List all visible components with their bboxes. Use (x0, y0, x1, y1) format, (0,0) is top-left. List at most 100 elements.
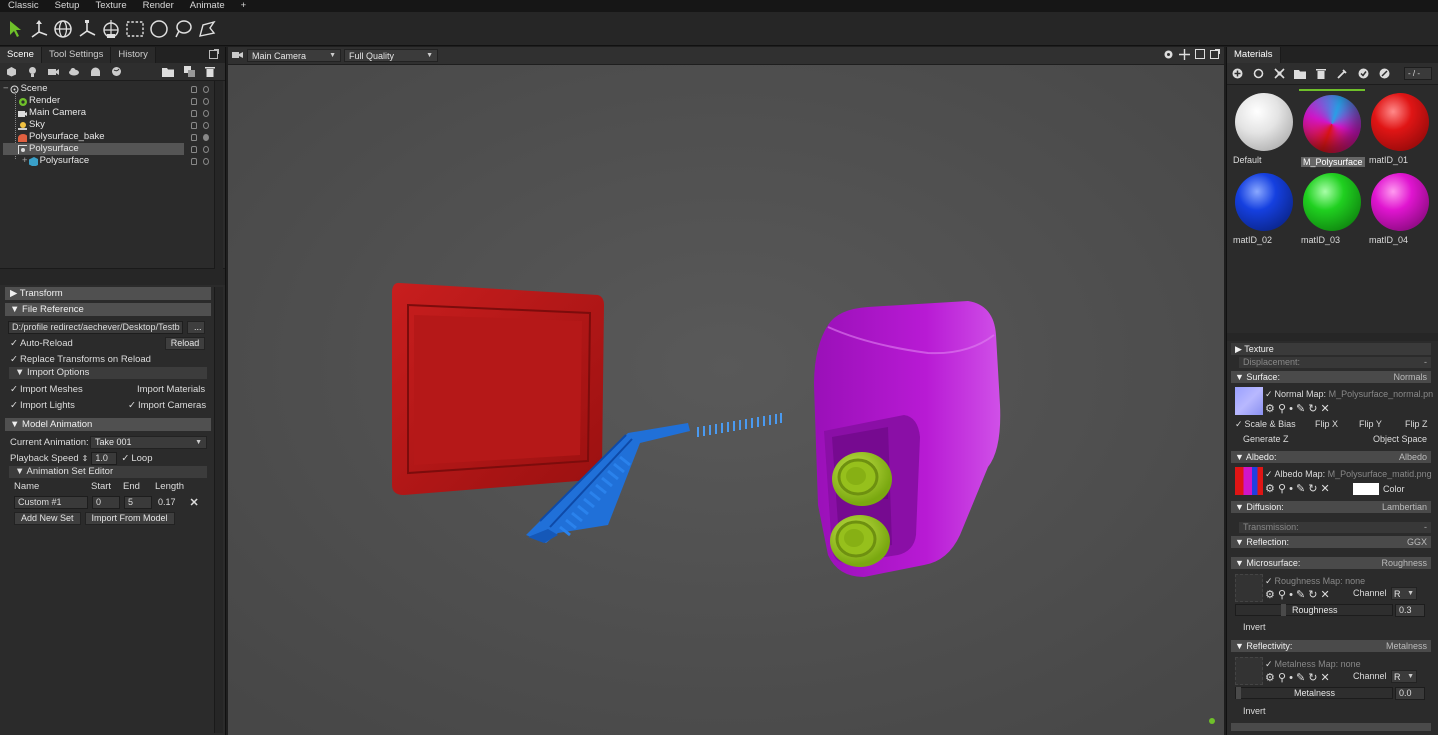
tab-materials[interactable]: Materials (1227, 47, 1281, 63)
tab-history[interactable]: History (111, 47, 156, 63)
file-path-field[interactable]: D:/profile redirect/aechever/Desktop/Tes… (8, 320, 183, 334)
fill-icon[interactable]: • (1289, 672, 1293, 684)
refresh-material-icon[interactable] (1252, 68, 1264, 80)
material-m-polysurface[interactable]: M_Polysurface (1299, 89, 1365, 167)
viewport-popout-icon[interactable] (1210, 49, 1220, 62)
lock-visibility-scene[interactable] (191, 83, 209, 95)
settings-icon[interactable]: ⚙ (1265, 672, 1275, 684)
metalness-invert-checkbox[interactable]: Invert (1243, 706, 1266, 716)
roughness-channel-select[interactable]: R (1391, 587, 1417, 600)
world-transform-icon[interactable] (100, 18, 122, 40)
tree-item-main-camera[interactable]: Main Camera (18, 107, 86, 119)
fill-icon[interactable]: • (1289, 403, 1293, 415)
select-arrow-icon[interactable] (4, 18, 26, 40)
zoom-icon[interactable]: ⚲ (1278, 672, 1286, 684)
albedo-section[interactable]: ▼ Albedo: Albedo (1231, 451, 1431, 463)
file-reference-section[interactable]: ▼ File Reference (5, 303, 211, 316)
reload-button[interactable]: Reload (165, 336, 205, 350)
object-icon[interactable] (5, 66, 17, 78)
paint-select-icon[interactable] (196, 18, 218, 40)
light-icon[interactable] (26, 66, 38, 78)
import-lights-checkbox[interactable]: ✓ Import Lights (10, 400, 128, 411)
apply-material-icon[interactable] (1357, 68, 1369, 80)
model-animation-section[interactable]: ▼ Model Animation (5, 418, 211, 431)
red-panel-mesh[interactable] (392, 282, 604, 495)
tree-item-scene[interactable]: − Scene (3, 83, 48, 95)
navigate-icon[interactable] (1378, 68, 1390, 80)
generate-z-checkbox[interactable]: Generate Z (1243, 434, 1289, 444)
set-end-field[interactable]: 5 (124, 495, 152, 509)
set-start-field[interactable]: 0 (92, 495, 120, 509)
zoom-icon[interactable]: ⚲ (1278, 589, 1286, 601)
reload-icon[interactable]: ↻ (1308, 589, 1317, 601)
rect-select-icon[interactable] (124, 18, 146, 40)
clear-icon[interactable]: ✕ (1321, 672, 1330, 684)
roughness-slider[interactable]: Roughness (1235, 604, 1393, 616)
playback-speed-field[interactable]: 1.0 (91, 451, 118, 465)
animation-set-editor-section[interactable]: ▼ Animation Set Editor (9, 466, 207, 478)
zoom-icon[interactable]: ⚲ (1278, 483, 1286, 495)
loop-checkbox[interactable]: ✓ Loop (121, 453, 152, 464)
transmission-row[interactable]: Transmission: - (1239, 522, 1431, 533)
reflectivity-section[interactable]: ▼ Reflectivity: Metalness (1231, 640, 1431, 652)
rotate-gizmo-icon[interactable] (52, 18, 74, 40)
lock-visibility-bake[interactable] (191, 131, 209, 143)
import-meshes-checkbox[interactable]: ✓ Import Meshes (10, 384, 135, 395)
cloud-icon[interactable] (68, 66, 80, 78)
lock-visibility-sky[interactable] (191, 119, 209, 131)
edit-icon[interactable]: ✎ (1296, 483, 1305, 495)
properties-scrollbar[interactable] (214, 287, 223, 733)
quality-select[interactable]: Full Quality (344, 49, 438, 62)
settings-icon[interactable]: ⚙ (1265, 589, 1275, 601)
circle-select-icon[interactable] (148, 18, 170, 40)
import-cameras-checkbox[interactable]: ✓ Import Cameras (128, 400, 206, 411)
browse-button[interactable]: ... (187, 320, 205, 334)
green-knob-top[interactable] (832, 452, 892, 506)
scale-gizmo-icon[interactable] (76, 18, 98, 40)
menu-render[interactable]: Render (135, 0, 182, 12)
roughness-slider-handle[interactable] (1281, 604, 1286, 616)
reload-icon[interactable]: ↻ (1308, 483, 1317, 495)
edit-icon[interactable]: ✎ (1296, 403, 1305, 415)
reload-icon[interactable]: ↻ (1308, 672, 1317, 684)
flip-y-checkbox[interactable]: Flip Y (1359, 419, 1382, 429)
green-knob-bottom[interactable] (830, 515, 890, 567)
menu-classic[interactable]: Classic (0, 0, 47, 12)
tab-scene[interactable]: Scene (0, 47, 42, 63)
fill-icon[interactable]: • (1289, 589, 1293, 601)
import-options-section[interactable]: ▼ Import Options (9, 367, 207, 379)
metalness-slider-handle[interactable] (1236, 687, 1241, 699)
import-from-model-button[interactable]: Import From Model (84, 511, 175, 525)
clear-icon[interactable]: ✕ (1321, 589, 1330, 601)
auto-reload-checkbox[interactable]: ✓ Auto-Reload (10, 338, 73, 349)
viewport-center-icon[interactable] (1179, 48, 1190, 63)
3d-viewport[interactable]: Main Camera Full Quality (228, 47, 1224, 735)
menu-setup[interactable]: Setup (47, 0, 88, 12)
albedo-map-thumbnail[interactable] (1235, 467, 1263, 495)
edit-icon[interactable]: ✎ (1296, 672, 1305, 684)
current-animation-select[interactable]: Take 001 (90, 435, 207, 449)
folder-icon[interactable] (1294, 68, 1306, 80)
diffusion-section[interactable]: ▼ Diffusion: Lambertian (1231, 501, 1431, 513)
reload-icon[interactable]: ↻ (1308, 403, 1317, 415)
lock-visibility-group[interactable] (191, 143, 209, 155)
tree-scrollbar[interactable] (214, 81, 223, 269)
material-matid-03[interactable]: matID_03 (1299, 169, 1365, 247)
material-counter[interactable]: - / - (1404, 67, 1432, 80)
remove-set-icon[interactable]: ✕ (190, 496, 199, 509)
lasso-select-icon[interactable] (172, 18, 194, 40)
speed-stepper-icon[interactable]: ⇕ (82, 454, 89, 463)
material-default[interactable]: Default (1231, 89, 1297, 167)
roughness-invert-checkbox[interactable]: Invert (1243, 622, 1266, 632)
lock-visibility-camera[interactable] (191, 107, 209, 119)
transform-section[interactable]: ▶ Transform (5, 287, 211, 300)
roughness-map-thumbnail[interactable] (1235, 574, 1263, 602)
tree-item-polysurface-group[interactable]: Polysurface (3, 143, 184, 155)
metalness-map-thumbnail[interactable] (1235, 657, 1263, 685)
lock-visibility-render[interactable] (191, 95, 209, 107)
globe-icon[interactable] (110, 66, 122, 78)
albedo-color-swatch[interactable] (1353, 483, 1379, 495)
viewport-maximize-icon[interactable] (1195, 49, 1205, 62)
tree-item-render[interactable]: Render (18, 95, 60, 107)
tab-tool-settings[interactable]: Tool Settings (41, 47, 112, 63)
